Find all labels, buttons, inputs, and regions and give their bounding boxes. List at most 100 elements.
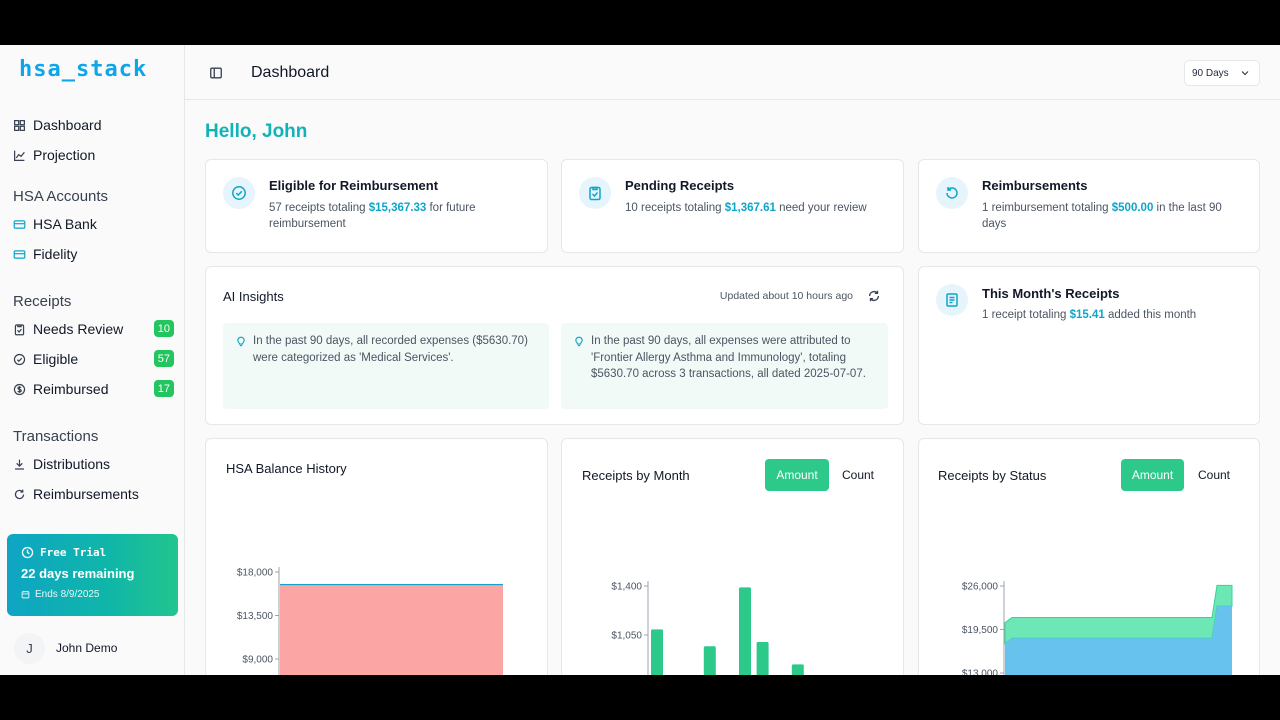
section-transactions: Transactions — [13, 428, 99, 445]
month-bar — [739, 587, 751, 675]
dollar-circle-icon — [13, 383, 26, 396]
ai-insights-card: AI Insights Updated about 10 hours ago I… — [205, 266, 904, 425]
free-trial-banner[interactable]: Free Trial 22 days remaining Ends 8/9/20… — [7, 534, 178, 616]
nav-eligible[interactable]: Eligible 57 — [8, 346, 178, 372]
count-badge: 10 — [153, 320, 174, 337]
letterbox-top — [0, 0, 1280, 45]
card-description: 1 receipt totaling $15.41 added this mon… — [982, 307, 1242, 323]
app-logo[interactable]: hsa_stack — [19, 57, 147, 82]
month-receipts-card[interactable]: This Month's Receipts 1 receipt totaling… — [918, 266, 1260, 425]
insight-text: In the past 90 days, all recorded expens… — [253, 335, 528, 364]
date-range-select[interactable]: 90 Days — [1184, 60, 1260, 86]
check-circle-icon — [13, 353, 26, 366]
nav-label: Dashboard — [33, 117, 102, 133]
y-tick-label: $26,000 — [962, 582, 999, 593]
month-bar — [791, 664, 804, 675]
calendar-icon — [21, 590, 30, 599]
chevron-down-icon — [1239, 67, 1251, 79]
credit-card-icon — [13, 218, 26, 231]
insight-text: In the past 90 days, all expenses were a… — [591, 335, 866, 380]
insights-title: AI Insights — [223, 289, 284, 304]
card-title: Pending Receipts — [625, 178, 735, 193]
reimbursements-card[interactable]: Reimbursements 1 reimbursement totaling … — [918, 159, 1260, 253]
section-receipts: Receipts — [13, 293, 72, 310]
pending-amount: $1,367.61 — [724, 202, 776, 214]
clipboard-icon — [579, 177, 611, 209]
receipts-by-status-card: Receipts by Status Amount Count $26,000 $… — [918, 438, 1260, 675]
nav-distributions[interactable]: Distributions — [8, 451, 178, 477]
nav-fidelity[interactable]: Fidelity — [8, 241, 178, 267]
line-chart-icon — [13, 149, 26, 162]
card-description: 57 receipts totaling $15,367.33 for futu… — [269, 200, 529, 232]
credit-card-icon — [13, 248, 26, 261]
nav-label: HSA Bank — [33, 216, 97, 232]
date-range-value: 90 Days — [1192, 67, 1229, 79]
insight-item: In the past 90 days, all expenses were a… — [561, 323, 888, 409]
document-icon — [936, 284, 968, 316]
avatar: J — [14, 632, 45, 664]
status-area-blue — [1005, 606, 1232, 675]
nav-projection[interactable]: Projection — [8, 142, 178, 168]
refresh-icon — [936, 177, 968, 209]
reimbursement-amount: $500.00 — [1111, 202, 1154, 214]
card-title: This Month's Receipts — [982, 286, 1120, 301]
insights-updated: Updated about 10 hours ago — [719, 290, 853, 302]
sidebar: hsa_stack Dashboard Projection HSA Accou… — [0, 45, 185, 675]
greeting: Hello, John — [205, 121, 308, 142]
y-tick-label: $13,500 — [237, 611, 274, 622]
receipts-by-month-card: Receipts by Month Amount Count $1,400 $1,… — [561, 438, 904, 675]
y-tick-label: $19,500 — [962, 625, 999, 636]
nav-reimbursements[interactable]: Reimbursements — [8, 481, 178, 507]
nav-label: Eligible — [33, 351, 79, 367]
nav-needs-review[interactable]: Needs Review 10 — [8, 316, 178, 342]
top-header: Dashboard 90 Days — [185, 45, 1280, 100]
nav-reimbursed[interactable]: Reimbursed 17 — [8, 376, 178, 402]
balance-area — [280, 584, 503, 675]
user-name: John Demo — [56, 641, 118, 655]
nav-label: Distributions — [33, 456, 111, 472]
month-bar — [651, 629, 663, 675]
app-window: hsa_stack Dashboard Projection HSA Accou… — [0, 45, 1280, 675]
nav-label: Needs Review — [33, 321, 124, 337]
month-amount: $15.41 — [1069, 309, 1105, 321]
desc-text: 57 receipts totaling — [269, 202, 369, 214]
card-description: 1 reimbursement totaling $500.00 in the … — [982, 200, 1242, 232]
desc-text: need your review — [775, 202, 867, 214]
nav-hsa-bank[interactable]: HSA Bank — [8, 211, 178, 237]
section-hsa-accounts: HSA Accounts — [13, 188, 109, 205]
status-chart: $26,000$19,500$13,000$6,500 — [962, 581, 1233, 675]
y-tick-label: $1,050 — [611, 631, 642, 642]
trial-remaining: 22 days remaining — [21, 566, 135, 581]
desc-text: 1 receipt totaling — [982, 309, 1070, 321]
trial-ends-text: Ends 8/9/2025 — [35, 589, 100, 600]
nav-label: Projection — [33, 147, 96, 163]
letterbox-bottom — [0, 675, 1280, 720]
insight-item: In the past 90 days, all recorded expens… — [223, 323, 549, 409]
nav-dashboard[interactable]: Dashboard — [8, 112, 178, 138]
refresh-icon — [13, 488, 26, 501]
desc-text: 10 receipts totaling — [625, 202, 725, 214]
balance-history-card: HSA Balance History $18,000 $13,500 $9,000… — [205, 438, 548, 675]
eligible-amount: $15,367.33 — [368, 202, 427, 214]
month-bar — [703, 646, 716, 675]
lightbulb-icon — [573, 335, 585, 347]
clock-icon — [21, 546, 34, 559]
count-badge: 17 — [153, 380, 174, 397]
pending-card[interactable]: Pending Receipts 10 receipts totaling $1… — [561, 159, 904, 253]
user-menu[interactable]: J John Demo — [0, 621, 185, 675]
refresh-icon[interactable] — [867, 289, 881, 303]
page-title: Dashboard — [251, 64, 330, 81]
nav-label: Reimbursements — [33, 486, 139, 502]
sidebar-toggle-icon[interactable] — [209, 66, 223, 80]
status-area-green — [1004, 584, 1233, 645]
y-tick-label: $9,000 — [242, 655, 273, 666]
month-chart: $1,400$1,050$700 — [611, 581, 804, 675]
month-bar — [756, 642, 769, 675]
card-title: Reimbursements — [982, 178, 1088, 193]
balance-chart: $18,000$13,500$9,000$4,500 — [237, 567, 503, 675]
lightbulb-icon — [235, 335, 247, 347]
eligible-card[interactable]: Eligible for Reimbursement 57 receipts t… — [205, 159, 548, 253]
desc-text: 1 reimbursement totaling — [982, 202, 1112, 214]
check-circle-icon — [223, 177, 255, 209]
card-title: Eligible for Reimbursement — [269, 178, 439, 193]
